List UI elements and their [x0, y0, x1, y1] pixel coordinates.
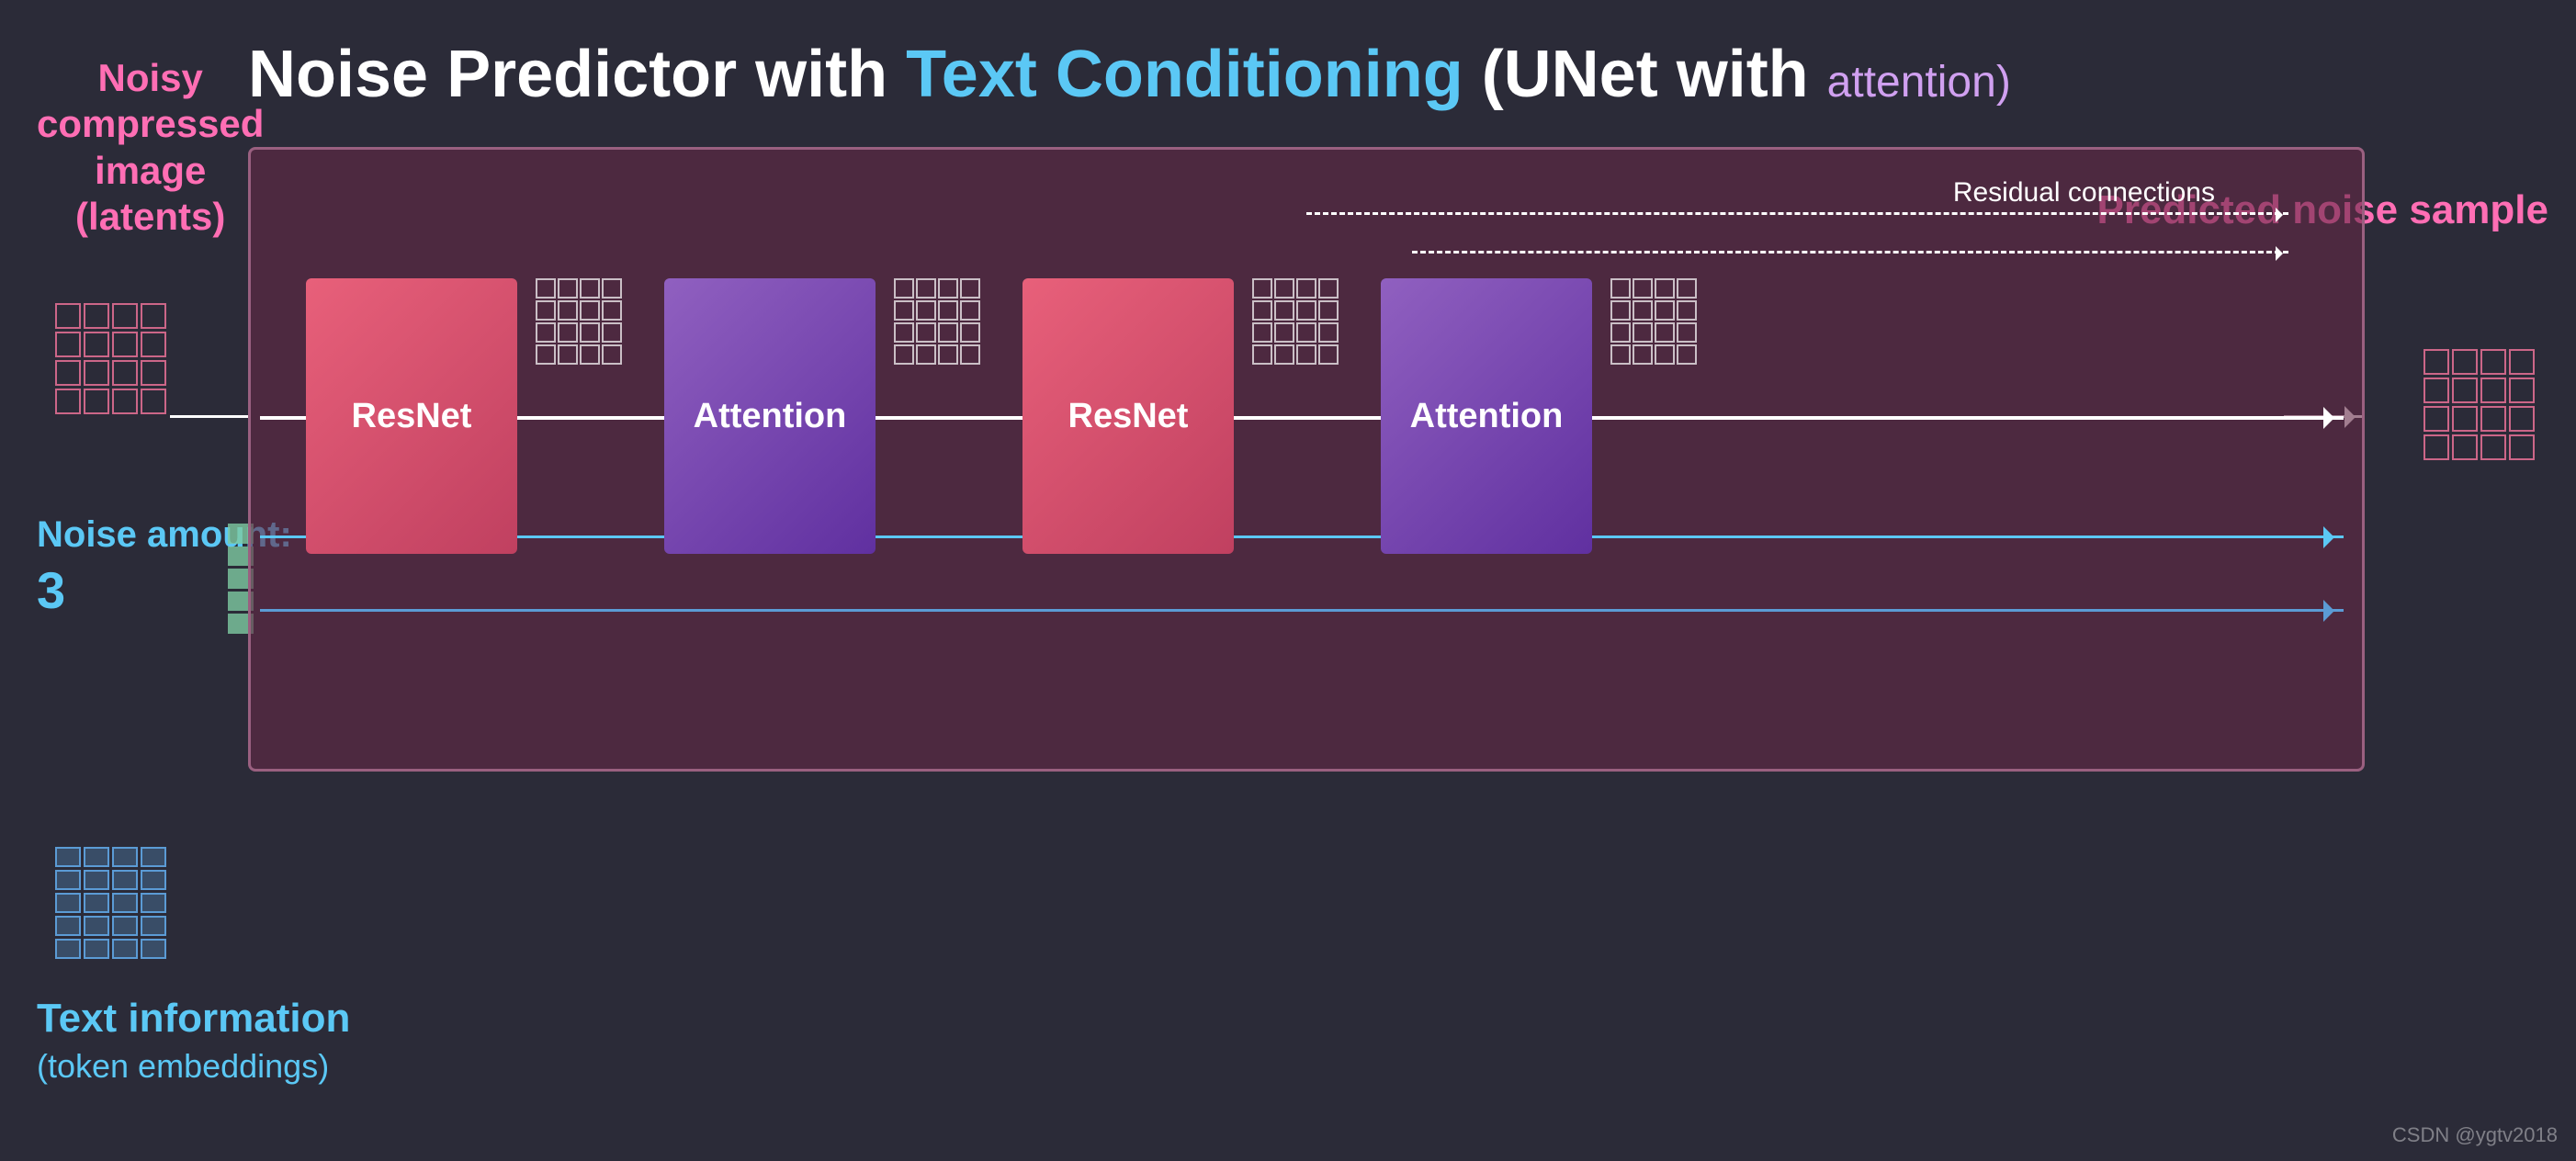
block-attention-2: Attention [1381, 278, 1592, 554]
small-grid-1 [536, 278, 622, 365]
residual-label: Residual connections [1953, 177, 2215, 209]
main-container: Noise Predictor with Text Conditioning (… [0, 0, 2576, 1161]
residual-arrow-2 [1412, 251, 2288, 254]
connector-left-arrow [170, 415, 251, 418]
block-resnet-1: ResNet [306, 278, 517, 554]
title-suffix: (UNet with [1463, 38, 1827, 111]
label-text-information: Text information (token embeddings) [37, 996, 350, 1088]
grid-predicted-noise [2423, 349, 2535, 460]
small-grid-3 [1252, 278, 1339, 365]
diagram-box: Residual connections ResNet [248, 147, 2365, 772]
small-grid-4 [1610, 278, 1697, 365]
block-resnet-2: ResNet [1022, 278, 1234, 554]
grid-text-info [55, 847, 166, 959]
watermark: CSDN @ygtv2018 [2392, 1123, 2558, 1147]
main-flow-arrow [260, 416, 2344, 420]
label-noisy-image: Noisycompressedimage(latents) [37, 55, 264, 241]
title-highlight: Text Conditioning [906, 38, 1463, 111]
page-title: Noise Predictor with Text Conditioning (… [248, 37, 2011, 112]
time-embedding-arrow [260, 535, 2344, 538]
title-prefix: Noise Predictor with [248, 38, 906, 111]
text-embedding-arrow [260, 609, 2344, 612]
small-grid-2 [894, 278, 980, 365]
grid-noisy-image [55, 303, 166, 414]
block-attention-1: Attention [664, 278, 876, 554]
title-attention: attention [1827, 58, 1996, 107]
title-close: ) [1996, 58, 2011, 107]
residual-arrow-1 [1306, 212, 2288, 215]
